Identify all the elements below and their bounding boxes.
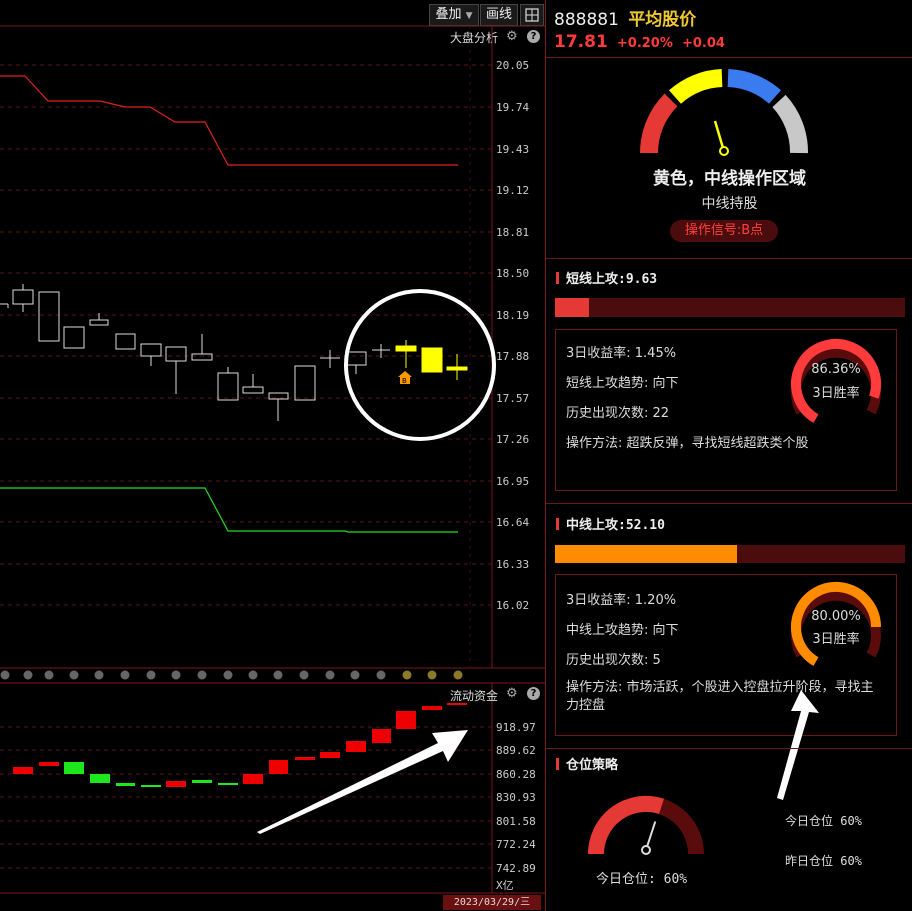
stock-header: 888881 平均股价	[554, 5, 696, 30]
position-needle	[646, 821, 657, 847]
short-term-method: 操作方法: 超跌反弹，寻找短线超跌类个股	[566, 436, 809, 451]
flow-tick: 860.28	[496, 768, 536, 781]
stock-price: 17.81	[554, 32, 608, 52]
price-tick: 17.26	[496, 433, 530, 446]
short-term-bar-track	[555, 298, 905, 317]
flow-indicator-label: 流动资金	[450, 689, 499, 703]
price-tick: 19.43	[496, 143, 530, 156]
price-gridlines	[0, 64, 492, 606]
stock-name: 平均股价	[628, 10, 697, 30]
mid-term-history: 历史出现次数: 5	[566, 653, 661, 668]
short-term-trend: 短线上攻趋势: 向下	[566, 376, 679, 391]
position-title-text: 仓位策略	[566, 758, 619, 773]
zone-text: 黄色，中线操作区域	[653, 169, 806, 189]
yesterday-position: 昨日仓位 60%	[785, 854, 862, 868]
svg-text:B: B	[402, 377, 407, 385]
today-position: 今日仓位 60%	[785, 814, 862, 828]
b-point-marker-icon: B	[398, 371, 412, 385]
candlesticks	[0, 284, 390, 421]
mid-term-bar-fill	[555, 545, 738, 563]
upper-band-line	[0, 75, 458, 166]
mid-term-title: 中线上攻:52.10	[556, 514, 665, 533]
mid-term-trend: 中线上攻趋势: 向下	[566, 623, 679, 638]
short-term-bar-fill	[555, 298, 589, 317]
price-tick: 17.57	[496, 392, 530, 405]
position-title: 仓位策略	[556, 754, 618, 773]
stock-change-abs: +0.04	[681, 36, 725, 51]
price-tick: 18.50	[496, 267, 530, 280]
short-term-return: 3日收益率: 1.45%	[566, 346, 677, 361]
stock-change-pct: +0.20%	[616, 36, 673, 51]
flow-tick: 772.24	[496, 838, 536, 851]
period-dots	[0, 670, 463, 680]
position-gauge-label: 今日仓位: 60%	[596, 872, 688, 887]
mid-term-winrate-label: 3日胜率	[812, 632, 860, 647]
analysis-panel: 888881 平均股价 17.81 +0.20% +0.04 黄色，中线操作区域…	[545, 0, 912, 911]
price-tick: 18.19	[496, 309, 530, 322]
price-chart: B	[0, 25, 545, 894]
action-text: 中线持股	[701, 196, 758, 212]
short-term-winrate-gauge	[791, 338, 881, 423]
price-tick: 16.33	[496, 558, 530, 571]
flow-tick: 801.58	[496, 815, 536, 828]
mid-term-method: 操作方法: 市场活跃，个股进入控盘拉升阶段，寻找主力控盘	[566, 680, 874, 713]
price-tick: 19.74	[496, 101, 530, 114]
mid-term-title-text: 中线上攻:52.10	[566, 518, 665, 533]
price-tick: 16.02	[496, 599, 530, 612]
price-tick: 17.88	[496, 350, 530, 363]
price-tick: 20.05	[496, 59, 530, 72]
flow-tick: 889.62	[496, 744, 536, 757]
position-gauge	[587, 795, 704, 855]
price-tick: 16.95	[496, 475, 530, 488]
mid-term-info-box: 3日收益率: 1.20% 中线上攻趋势: 向下 历史出现次数: 5 操作方法: …	[555, 574, 897, 736]
price-row: 17.81 +0.20% +0.04	[554, 32, 725, 52]
flow-gridlines	[0, 726, 492, 869]
signal-badge: 操作信号:B点	[670, 220, 778, 242]
short-term-winrate: 86.36%	[811, 362, 861, 377]
mid-term-bar-track	[555, 545, 905, 563]
short-term-history: 历史出现次数: 22	[566, 406, 670, 421]
price-tick: 18.81	[496, 226, 530, 239]
status-needle	[713, 120, 725, 149]
chart-area[interactable]: 叠加 ▼ 画线 大盘分析 ⚙ ? B 20.05 19.74 19.43 19.…	[0, 0, 545, 911]
lower-band-line	[0, 487, 458, 533]
short-term-title-text: 短线上攻:9.63	[566, 272, 658, 287]
stock-code: 888881	[554, 10, 619, 30]
flow-settings-gear-icon[interactable]: ⚙	[506, 686, 518, 701]
flow-tick: 742.89	[496, 862, 536, 875]
highlight-circle	[344, 289, 496, 441]
flow-tick: 918.97	[496, 721, 536, 734]
flow-tick: 830.93	[496, 791, 536, 804]
price-tick: 16.64	[496, 516, 530, 529]
short-term-info-box: 3日收益率: 1.45% 短线上攻趋势: 向下 历史出现次数: 22 操作方法:…	[555, 329, 897, 491]
mid-term-winrate: 80.00%	[811, 609, 861, 624]
date-badge: 2023/03/29/三	[443, 895, 541, 910]
mid-term-return: 3日收益率: 1.20%	[566, 593, 677, 608]
price-tick: 19.12	[496, 184, 530, 197]
short-term-title: 短线上攻:9.63	[556, 268, 657, 287]
status-gauge	[640, 69, 808, 156]
short-term-winrate-label: 3日胜率	[812, 386, 860, 401]
flow-help-icon[interactable]: ?	[527, 687, 540, 700]
flow-unit: X亿	[496, 879, 514, 892]
